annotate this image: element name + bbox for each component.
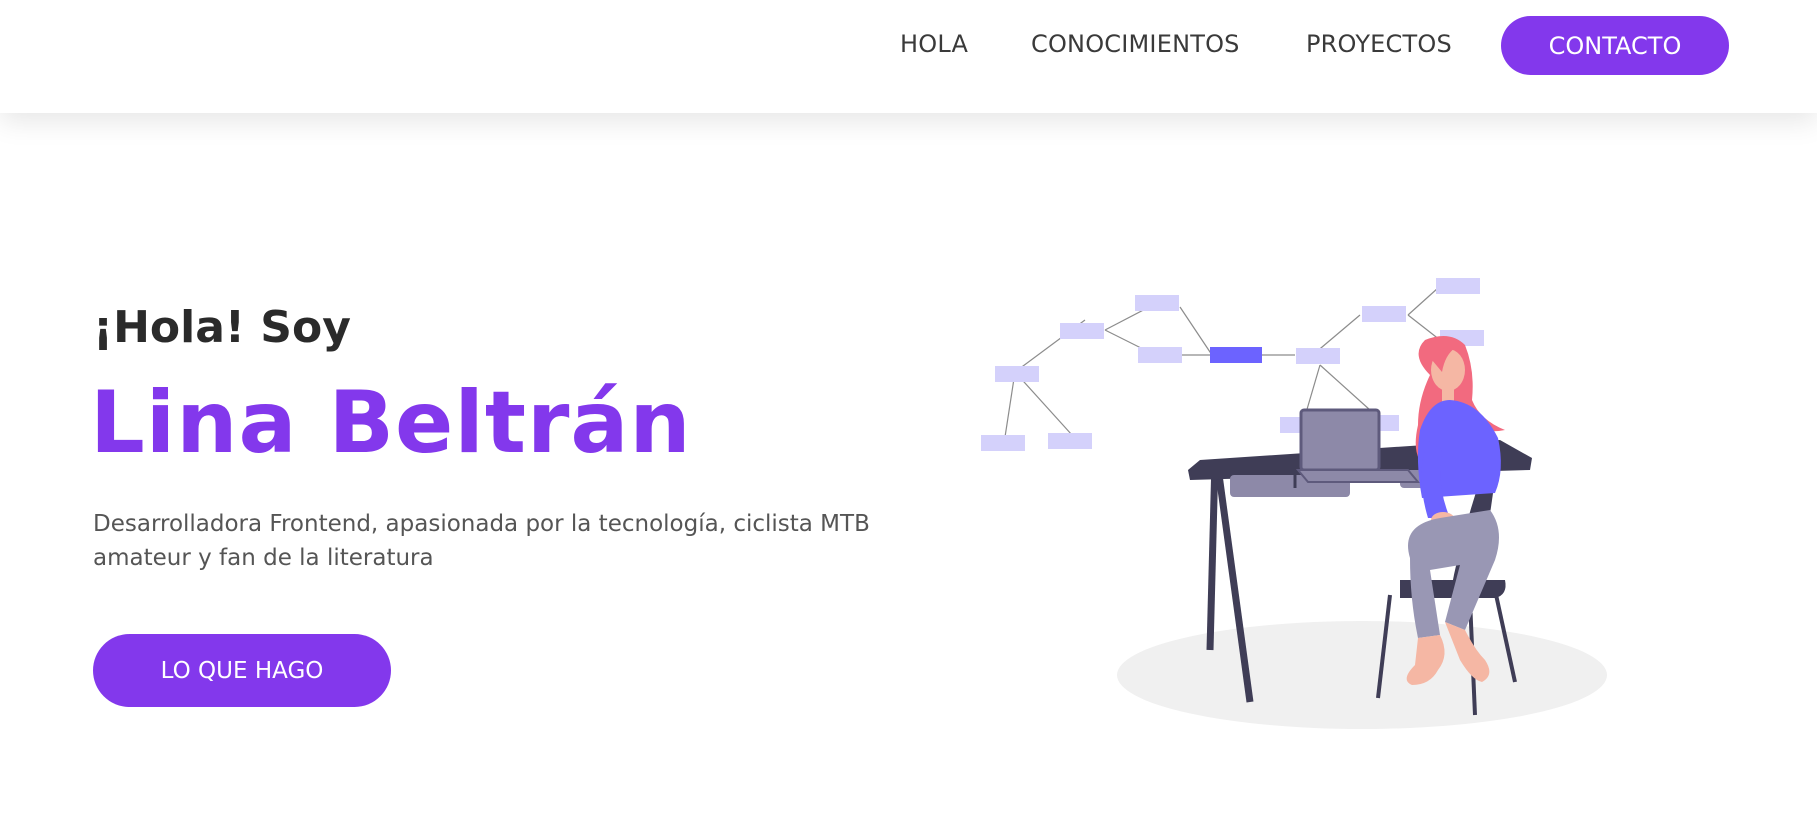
hero-name: Lina Beltrán — [90, 373, 692, 473]
laptop — [1295, 408, 1421, 483]
network-node — [1135, 295, 1179, 311]
network-node — [1060, 323, 1104, 339]
woman-at-desk-illustration — [981, 278, 1607, 729]
network-node — [981, 435, 1025, 451]
lo-que-hago-button[interactable]: LO QUE HAGO — [93, 634, 391, 707]
navbar: HOLA CONOCIMIENTOS PROYECTOS CONTACTO — [0, 0, 1817, 113]
contact-button[interactable]: CONTACTO — [1501, 16, 1729, 75]
network-node — [1138, 347, 1182, 363]
network-node — [1362, 306, 1406, 322]
network-node — [1048, 433, 1092, 449]
nav-link-hola[interactable]: HOLA — [900, 30, 968, 58]
network-node — [1436, 278, 1480, 294]
network-node-active — [1210, 347, 1262, 363]
network-boxes — [981, 278, 1484, 451]
hero-greeting: ¡Hola! Soy — [93, 302, 351, 353]
floor-shadow — [1117, 621, 1607, 729]
network-node — [1296, 348, 1340, 364]
hero-description: Desarrolladora Frontend, apasionada por … — [93, 511, 870, 571]
nav-link-proyectos[interactable]: PROYECTOS — [1306, 30, 1452, 58]
nav-link-conocimientos[interactable]: CONOCIMIENTOS — [1031, 30, 1240, 58]
network-node — [995, 366, 1039, 382]
